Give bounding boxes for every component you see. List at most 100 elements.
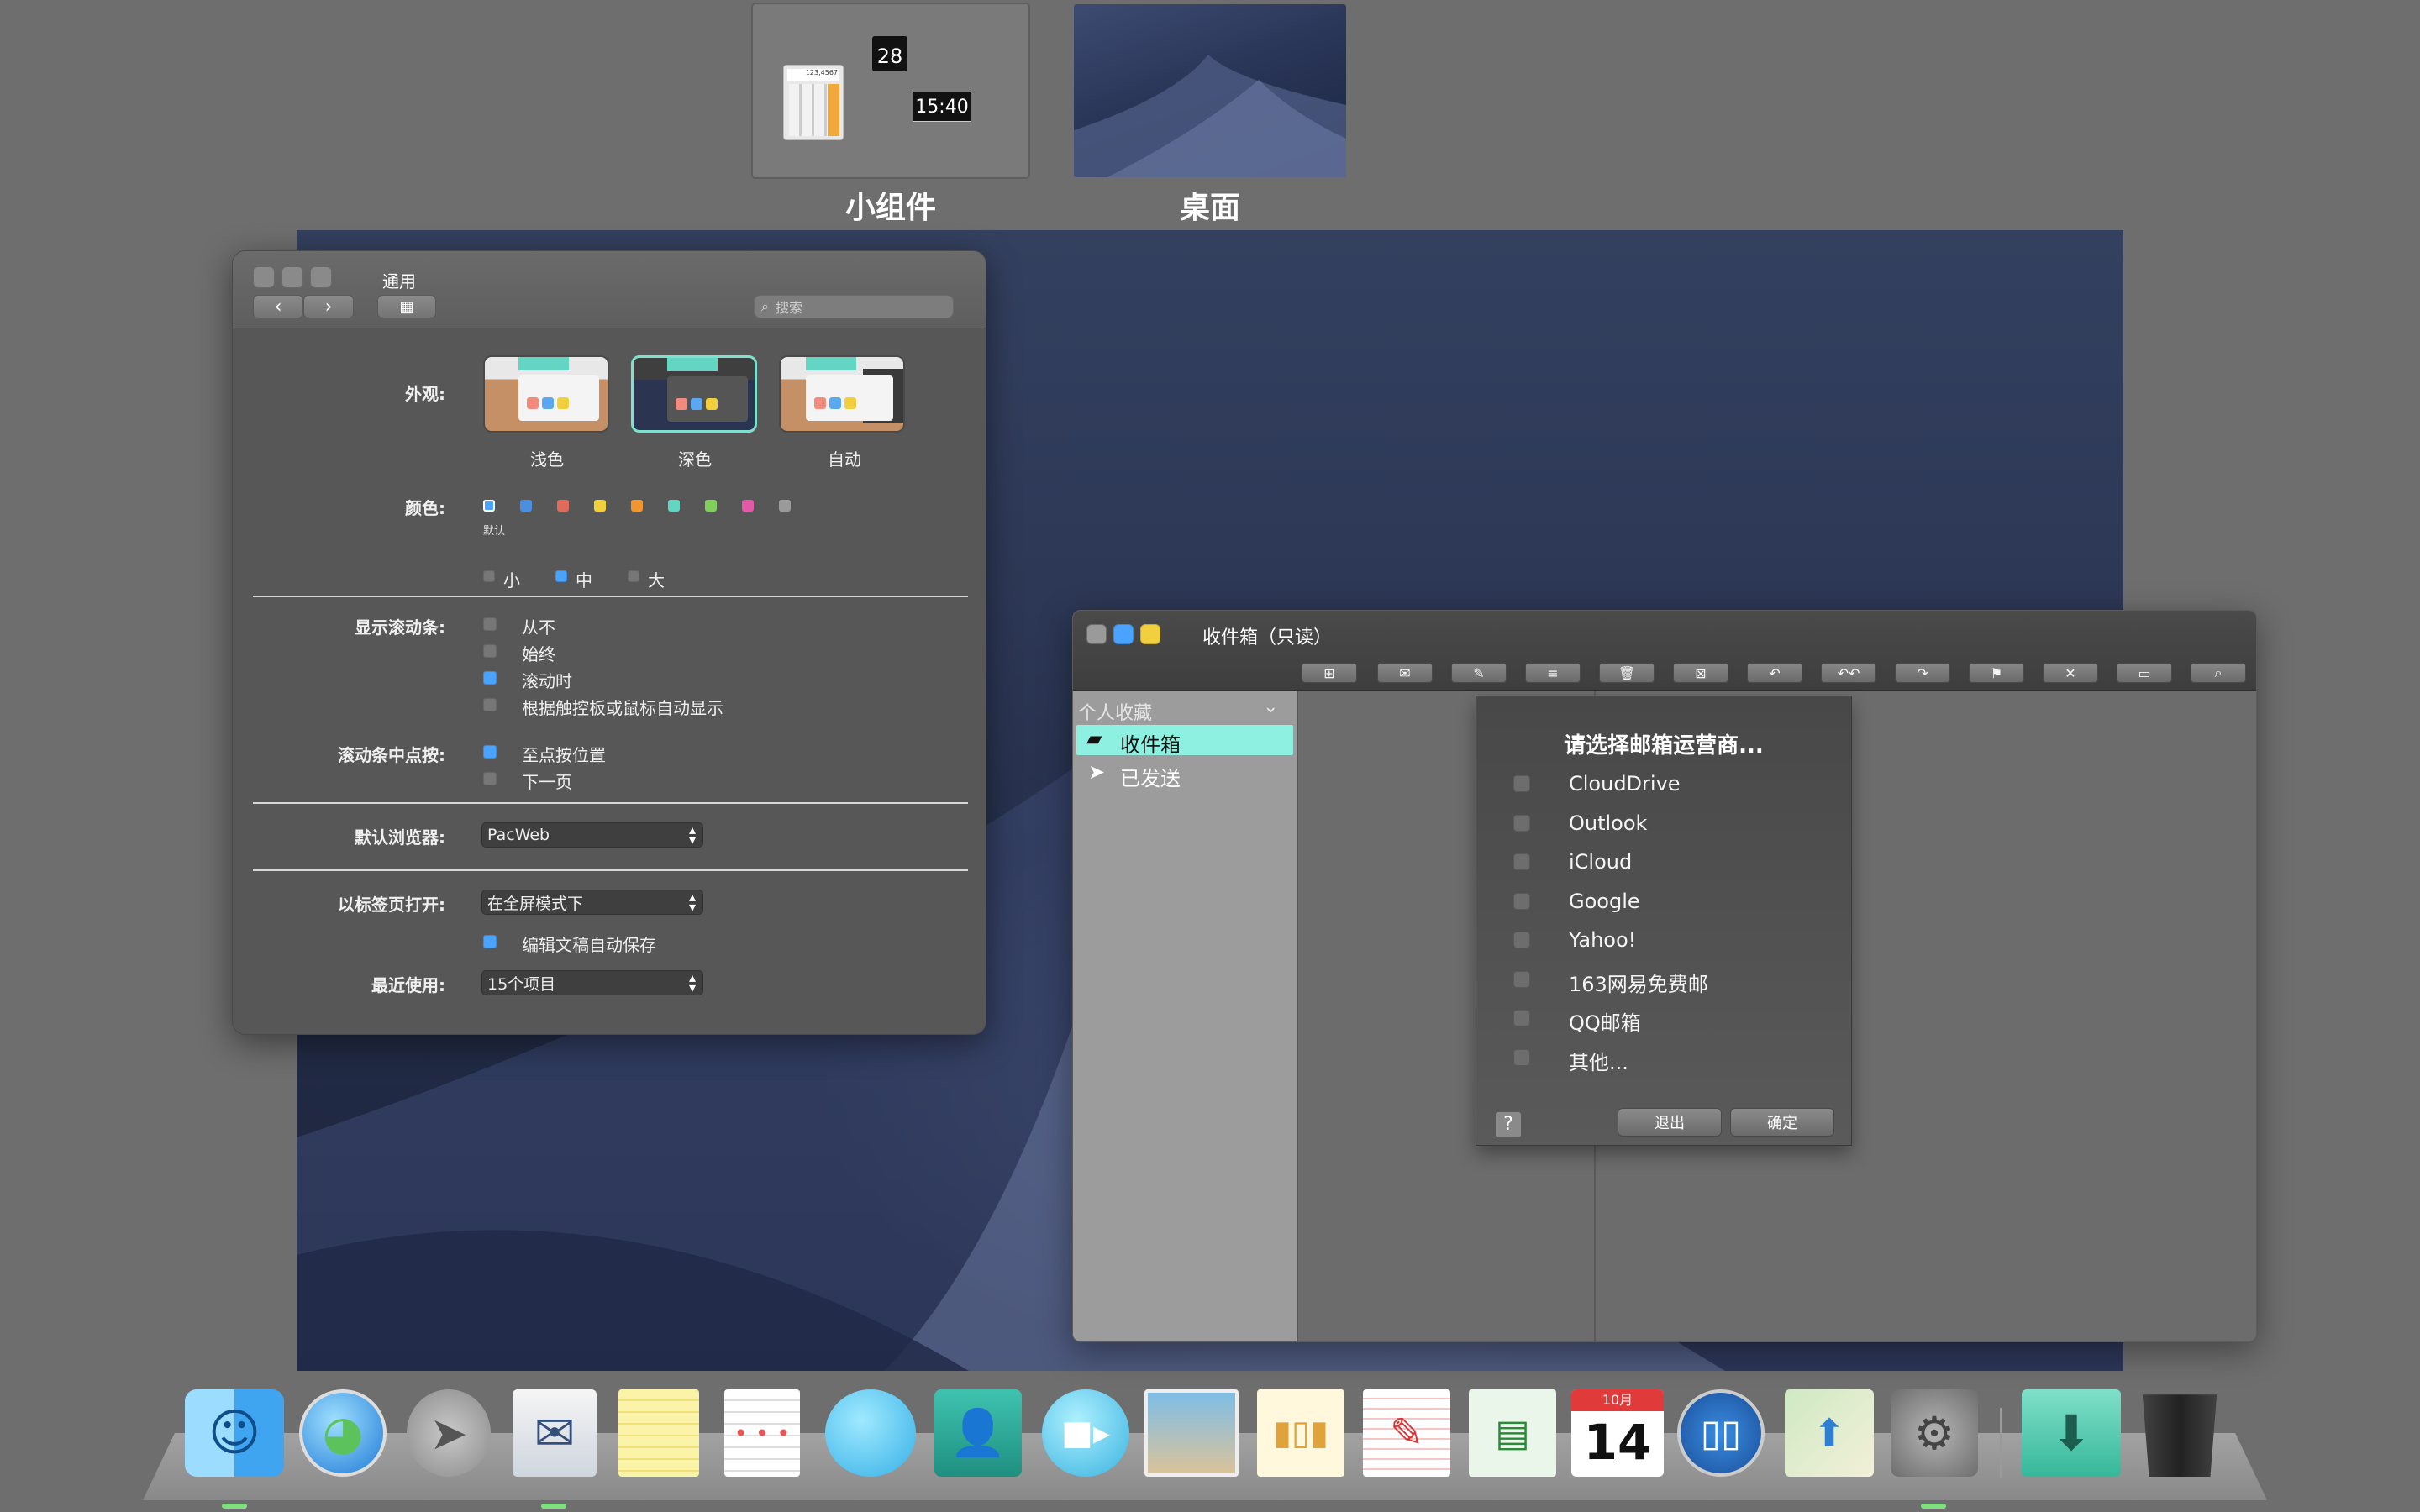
provider-checkbox[interactable] xyxy=(1513,1048,1530,1066)
minimize-button[interactable] xyxy=(281,266,303,288)
forward-button[interactable]: ↷ xyxy=(1895,663,1950,683)
appearance-label: 外观: xyxy=(405,384,445,404)
minimize-button[interactable] xyxy=(1113,624,1134,644)
scrollbar-always-radio[interactable] xyxy=(483,644,497,658)
provider-checkbox[interactable] xyxy=(1513,853,1530,870)
mute-button[interactable]: ✕ xyxy=(2043,663,2098,683)
default-browser-popup[interactable]: PacWeb ▴ ▾ xyxy=(481,822,703,848)
size-large-radio[interactable] xyxy=(628,570,639,582)
mail-app-icon[interactable]: ✉ xyxy=(513,1389,597,1477)
space-desktop-thumbnail[interactable] xyxy=(1074,4,1346,177)
finder-icon[interactable]: ☺ xyxy=(185,1389,284,1477)
flag-button[interactable]: ⚑ xyxy=(1969,663,2024,683)
forward-icon: ↷ xyxy=(1917,664,1928,681)
favorites-header[interactable]: 个人收藏 xyxy=(1078,698,1152,725)
compose-icon: ✎ xyxy=(1473,664,1485,681)
quit-button[interactable]: 退出 xyxy=(1618,1108,1722,1137)
size-small-radio[interactable] xyxy=(483,570,495,582)
archive-button[interactable]: ▭ xyxy=(2117,663,2172,683)
forward-button[interactable]: › xyxy=(303,295,354,318)
sidebar-item-inbox[interactable]: ▰ 收件箱 xyxy=(1076,725,1293,757)
provider-checkbox[interactable] xyxy=(1513,1010,1530,1026)
speech-app-icon[interactable]: ▮▯▮ xyxy=(1257,1389,1344,1477)
click-jump-to-spot-radio[interactable] xyxy=(483,745,497,759)
back-button[interactable]: ‹ xyxy=(253,295,303,318)
open-tabs-popup[interactable]: 在全屏模式下 ▴ ▾ xyxy=(481,890,703,915)
updown-chevron-icon: ▴ ▾ xyxy=(688,889,696,915)
accent-swatch[interactable] xyxy=(483,500,495,512)
show-all-button[interactable]: ▦ xyxy=(377,295,436,318)
provider-label[interactable]: Outlook xyxy=(1569,811,1647,835)
column-divider[interactable] xyxy=(1297,691,1298,1341)
messages-app-icon[interactable] xyxy=(825,1389,916,1477)
flag-icon: ⚑ xyxy=(1990,664,2003,681)
delete-button[interactable]: 🗑 xyxy=(1599,663,1655,683)
click-next-page-radio[interactable] xyxy=(483,772,497,785)
provider-checkbox[interactable] xyxy=(1513,775,1530,792)
space-widgets-thumbnail[interactable]: 123,4567 28 15:40 xyxy=(753,4,1028,177)
provider-checkbox[interactable] xyxy=(1513,892,1530,910)
accent-swatch[interactable] xyxy=(779,500,791,512)
reply-all-button[interactable]: ↶↶ xyxy=(1821,663,1876,683)
recent-items-label: 最近使用: xyxy=(371,975,445,995)
accent-swatch[interactable] xyxy=(742,500,754,512)
calendar-app-icon[interactable]: 10月 14 xyxy=(1571,1389,1664,1477)
accent-swatch[interactable] xyxy=(557,500,569,512)
maps-app-icon[interactable]: ⬆ xyxy=(1785,1389,1874,1477)
provider-checkbox[interactable] xyxy=(1513,814,1530,832)
provider-label[interactable]: CloudDrive xyxy=(1569,772,1681,795)
sidebar-item-sent[interactable]: ➤ 已发送 xyxy=(1076,759,1293,790)
help-button[interactable]: ? xyxy=(1495,1111,1522,1138)
note-app-icon[interactable]: ✎ xyxy=(1363,1389,1450,1477)
provider-label[interactable]: iCloud xyxy=(1569,850,1632,874)
list-button[interactable]: ≡ xyxy=(1525,663,1581,683)
scrollbar-auto-radio[interactable] xyxy=(483,698,497,711)
downloads-folder-icon[interactable]: ⬇ xyxy=(2022,1389,2121,1477)
notes-app-icon[interactable] xyxy=(618,1389,699,1477)
provider-label[interactable]: Yahoo! xyxy=(1569,928,1636,952)
system-preferences-icon[interactable]: ⚙ xyxy=(1891,1389,1978,1477)
scrollbar-never-radio[interactable] xyxy=(483,617,497,631)
contacts-app-icon[interactable]: 👤 xyxy=(934,1389,1022,1477)
provider-label[interactable]: QQ邮箱 xyxy=(1569,1006,1641,1036)
close-button[interactable] xyxy=(253,266,275,288)
reply-button[interactable]: ↶ xyxy=(1747,663,1802,683)
compose-button[interactable]: ✎ xyxy=(1451,663,1507,683)
chevron-down-icon[interactable]: ⌄ xyxy=(1263,696,1278,717)
sidecar-app-icon[interactable]: ▯▯ xyxy=(1677,1389,1765,1477)
ok-button[interactable]: 确定 xyxy=(1730,1108,1834,1137)
provider-label[interactable]: 163网易免费邮 xyxy=(1569,968,1708,997)
provider-checkbox[interactable] xyxy=(1513,932,1530,948)
theme-dark-option[interactable] xyxy=(631,355,757,433)
theme-auto-option[interactable] xyxy=(779,355,905,433)
trash-icon[interactable] xyxy=(2142,1394,2217,1477)
zoom-button[interactable] xyxy=(1140,624,1160,644)
accent-swatch[interactable] xyxy=(594,500,606,512)
scrollbar-when-scrolling-radio[interactable] xyxy=(483,671,497,685)
browser-globe-icon[interactable]: ◕ xyxy=(299,1389,387,1477)
table-app-icon[interactable]: ▤ xyxy=(1469,1389,1556,1477)
accent-swatch[interactable] xyxy=(668,500,680,512)
theme-light-option[interactable] xyxy=(483,355,609,433)
paper-plane-app-icon[interactable]: ➤ xyxy=(407,1389,491,1477)
provider-label[interactable]: 其他... xyxy=(1569,1046,1628,1075)
search-button[interactable]: ⌕ xyxy=(2191,663,2246,683)
photos-app-icon[interactable] xyxy=(1144,1389,1239,1477)
size-medium-radio[interactable] xyxy=(555,570,567,582)
provider-label[interactable]: Google xyxy=(1569,890,1640,913)
provider-checkbox[interactable] xyxy=(1513,970,1530,988)
get-mail-button[interactable]: ✉ xyxy=(1377,663,1433,683)
mailboxes-button[interactable]: ⊞ xyxy=(1302,663,1357,683)
accent-swatch[interactable] xyxy=(705,500,717,512)
facetime-app-icon[interactable]: ■▸ xyxy=(1042,1389,1129,1477)
close-button[interactable] xyxy=(1086,624,1107,644)
calendar-widget-day: 28 xyxy=(876,45,903,68)
recent-items-popup[interactable]: 15个项目 ▴ ▾ xyxy=(481,970,703,995)
accent-swatch[interactable] xyxy=(631,500,643,512)
reminders-app-icon[interactable]: • • • xyxy=(724,1389,800,1477)
zoom-button[interactable] xyxy=(310,266,332,288)
autosave-checkbox[interactable] xyxy=(483,935,497,948)
search-field[interactable]: ⌕ 搜索 xyxy=(754,295,954,318)
accent-swatch[interactable] xyxy=(520,500,532,512)
junk-button[interactable]: ⊠ xyxy=(1673,663,1728,683)
